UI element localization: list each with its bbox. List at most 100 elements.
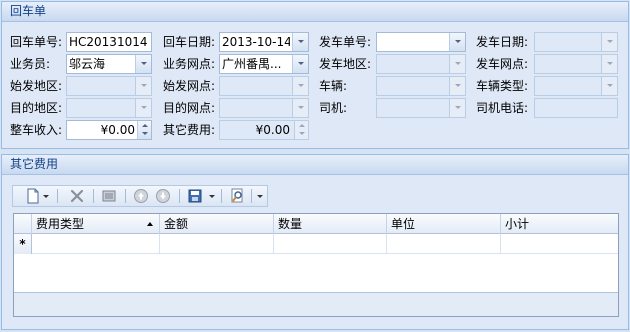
dropdown-arrow-icon[interactable]	[41, 188, 49, 204]
toolbar-separator	[57, 189, 58, 203]
spin-up-icon[interactable]	[142, 124, 148, 127]
return-date-label: 回车日期:	[163, 35, 216, 49]
cell-unit[interactable]	[387, 234, 501, 254]
depart-region-label: 发车地区:	[319, 57, 372, 71]
biz-outlet-dropdown-icon[interactable]	[292, 55, 308, 73]
depart-region-dropdown-icon	[449, 55, 465, 73]
return-no-value: HC201310140	[69, 35, 147, 49]
salesman-dropdown-icon[interactable]	[135, 55, 151, 73]
column-header-fee-type[interactable]: 费用类型	[32, 214, 160, 234]
delete-icon[interactable]	[69, 188, 85, 204]
depart-no-label: 发车单号:	[319, 35, 372, 49]
driver-field	[376, 98, 466, 118]
biz-outlet-value: 广州番禺...	[222, 57, 282, 71]
return-date-picker[interactable]: 2013-10-14	[219, 32, 309, 52]
other-fee-label: 其它费用:	[163, 123, 216, 137]
depart-date-dropdown-icon	[601, 33, 617, 51]
sort-ascending-icon	[147, 222, 153, 226]
vehicle-income-spin-buttons[interactable]	[137, 121, 151, 139]
cell-quantity[interactable]	[274, 234, 387, 254]
find-icon[interactable]	[229, 188, 245, 204]
depart-outlet-field	[534, 54, 618, 74]
toolbar-separator	[93, 189, 94, 203]
column-header-amount[interactable]: 金额	[160, 214, 274, 234]
driver-dropdown-icon	[449, 99, 465, 117]
driver-phone-field	[534, 98, 618, 118]
new-document-icon[interactable]	[27, 188, 39, 204]
vehicle-dropdown-icon	[449, 77, 465, 95]
return-no-label: 回车单号:	[10, 35, 63, 49]
save-icon[interactable]	[187, 188, 203, 204]
return-no-field[interactable]: HC201310140	[66, 32, 152, 52]
vehicle-type-dropdown-icon	[601, 77, 617, 95]
return-order-panel-title: 回车单	[2, 2, 628, 22]
vehicle-type-label: 车辆类型:	[476, 79, 529, 93]
vehicle-label: 车辆:	[319, 79, 348, 93]
dest-region-label: 目的地区:	[10, 101, 63, 115]
biz-outlet-combo[interactable]: 广州番禺...	[219, 54, 309, 74]
vehicle-field	[376, 76, 466, 96]
print-icon[interactable]	[101, 188, 117, 204]
toolbar-separator	[125, 189, 126, 203]
toolbar-separator	[221, 189, 222, 203]
return-date-dropdown-icon[interactable]	[292, 33, 308, 51]
dropdown-arrow-icon[interactable]	[207, 188, 215, 204]
vehicle-income-value: ¥0.00	[100, 123, 135, 137]
dropdown-arrow-icon[interactable]	[255, 188, 263, 204]
other-fees-panel-title: 其它费用	[2, 155, 628, 175]
other-fees-grid[interactable]: 费用类型 金额 数量 单位 小计 *	[13, 213, 619, 317]
cell-fee-type[interactable]	[32, 234, 160, 254]
column-header-fee-type-label: 费用类型	[36, 217, 85, 231]
origin-region-field	[66, 76, 152, 96]
origin-outlet-field	[219, 76, 309, 96]
column-header-subtotal[interactable]: 小计	[501, 214, 618, 234]
move-down-icon[interactable]	[155, 188, 171, 204]
new-item-row[interactable]: *	[14, 234, 618, 254]
cell-subtotal[interactable]	[501, 234, 618, 254]
depart-no-dropdown-icon[interactable]	[449, 33, 465, 51]
depart-date-field	[534, 32, 618, 52]
other-fee-field: ¥0.00	[219, 120, 309, 140]
depart-date-label: 发车日期:	[476, 35, 529, 49]
driver-label: 司机:	[319, 101, 348, 115]
move-up-icon[interactable]	[133, 188, 149, 204]
grid-toolbar	[12, 185, 268, 207]
grid-header: 费用类型 金额 数量 单位 小计	[14, 214, 618, 234]
vehicle-income-label: 整车收入:	[10, 123, 63, 137]
return-date-value: 2013-10-14	[222, 35, 290, 49]
biz-outlet-label: 业务网点:	[163, 57, 216, 71]
other-fees-panel: 其它费用 费用类型 金额 数量 单位 小计 *	[1, 154, 629, 330]
other-fee-value: ¥0.00	[255, 123, 290, 137]
origin-region-label: 始发地区:	[10, 79, 63, 93]
dest-outlet-dropdown-icon	[292, 99, 308, 117]
toolbar-separator	[251, 189, 252, 203]
column-header-quantity[interactable]: 数量	[274, 214, 387, 234]
depart-region-field	[376, 54, 466, 74]
vehicle-income-spinner[interactable]: ¥0.00	[66, 120, 152, 140]
dest-region-field	[66, 98, 152, 118]
cell-amount[interactable]	[160, 234, 274, 254]
origin-outlet-label: 始发网点:	[163, 79, 216, 93]
depart-no-combo[interactable]	[376, 32, 466, 52]
salesman-label: 业务员:	[10, 57, 51, 71]
depart-outlet-dropdown-icon	[601, 55, 617, 73]
new-row-indicator: *	[14, 234, 32, 254]
grid-footer	[14, 292, 618, 316]
spin-down-icon[interactable]	[142, 132, 148, 135]
row-indicator-header	[14, 214, 32, 234]
dest-outlet-field	[219, 98, 309, 118]
origin-region-dropdown-icon	[135, 77, 151, 95]
origin-outlet-dropdown-icon	[292, 77, 308, 95]
dest-outlet-label: 目的网点:	[163, 101, 216, 115]
vehicle-type-field	[534, 76, 618, 96]
toolbar-separator	[179, 189, 180, 203]
column-header-unit[interactable]: 单位	[387, 214, 501, 234]
spin-down-icon	[299, 132, 305, 135]
salesman-value: 邬云海	[69, 57, 106, 71]
spin-up-icon	[299, 124, 305, 127]
other-fee-spin-buttons	[294, 121, 308, 139]
driver-phone-label: 司机电话:	[476, 101, 529, 115]
depart-no-value	[379, 33, 447, 51]
depart-outlet-label: 发车网点:	[476, 57, 529, 71]
salesman-combo[interactable]: 邬云海	[66, 54, 152, 74]
